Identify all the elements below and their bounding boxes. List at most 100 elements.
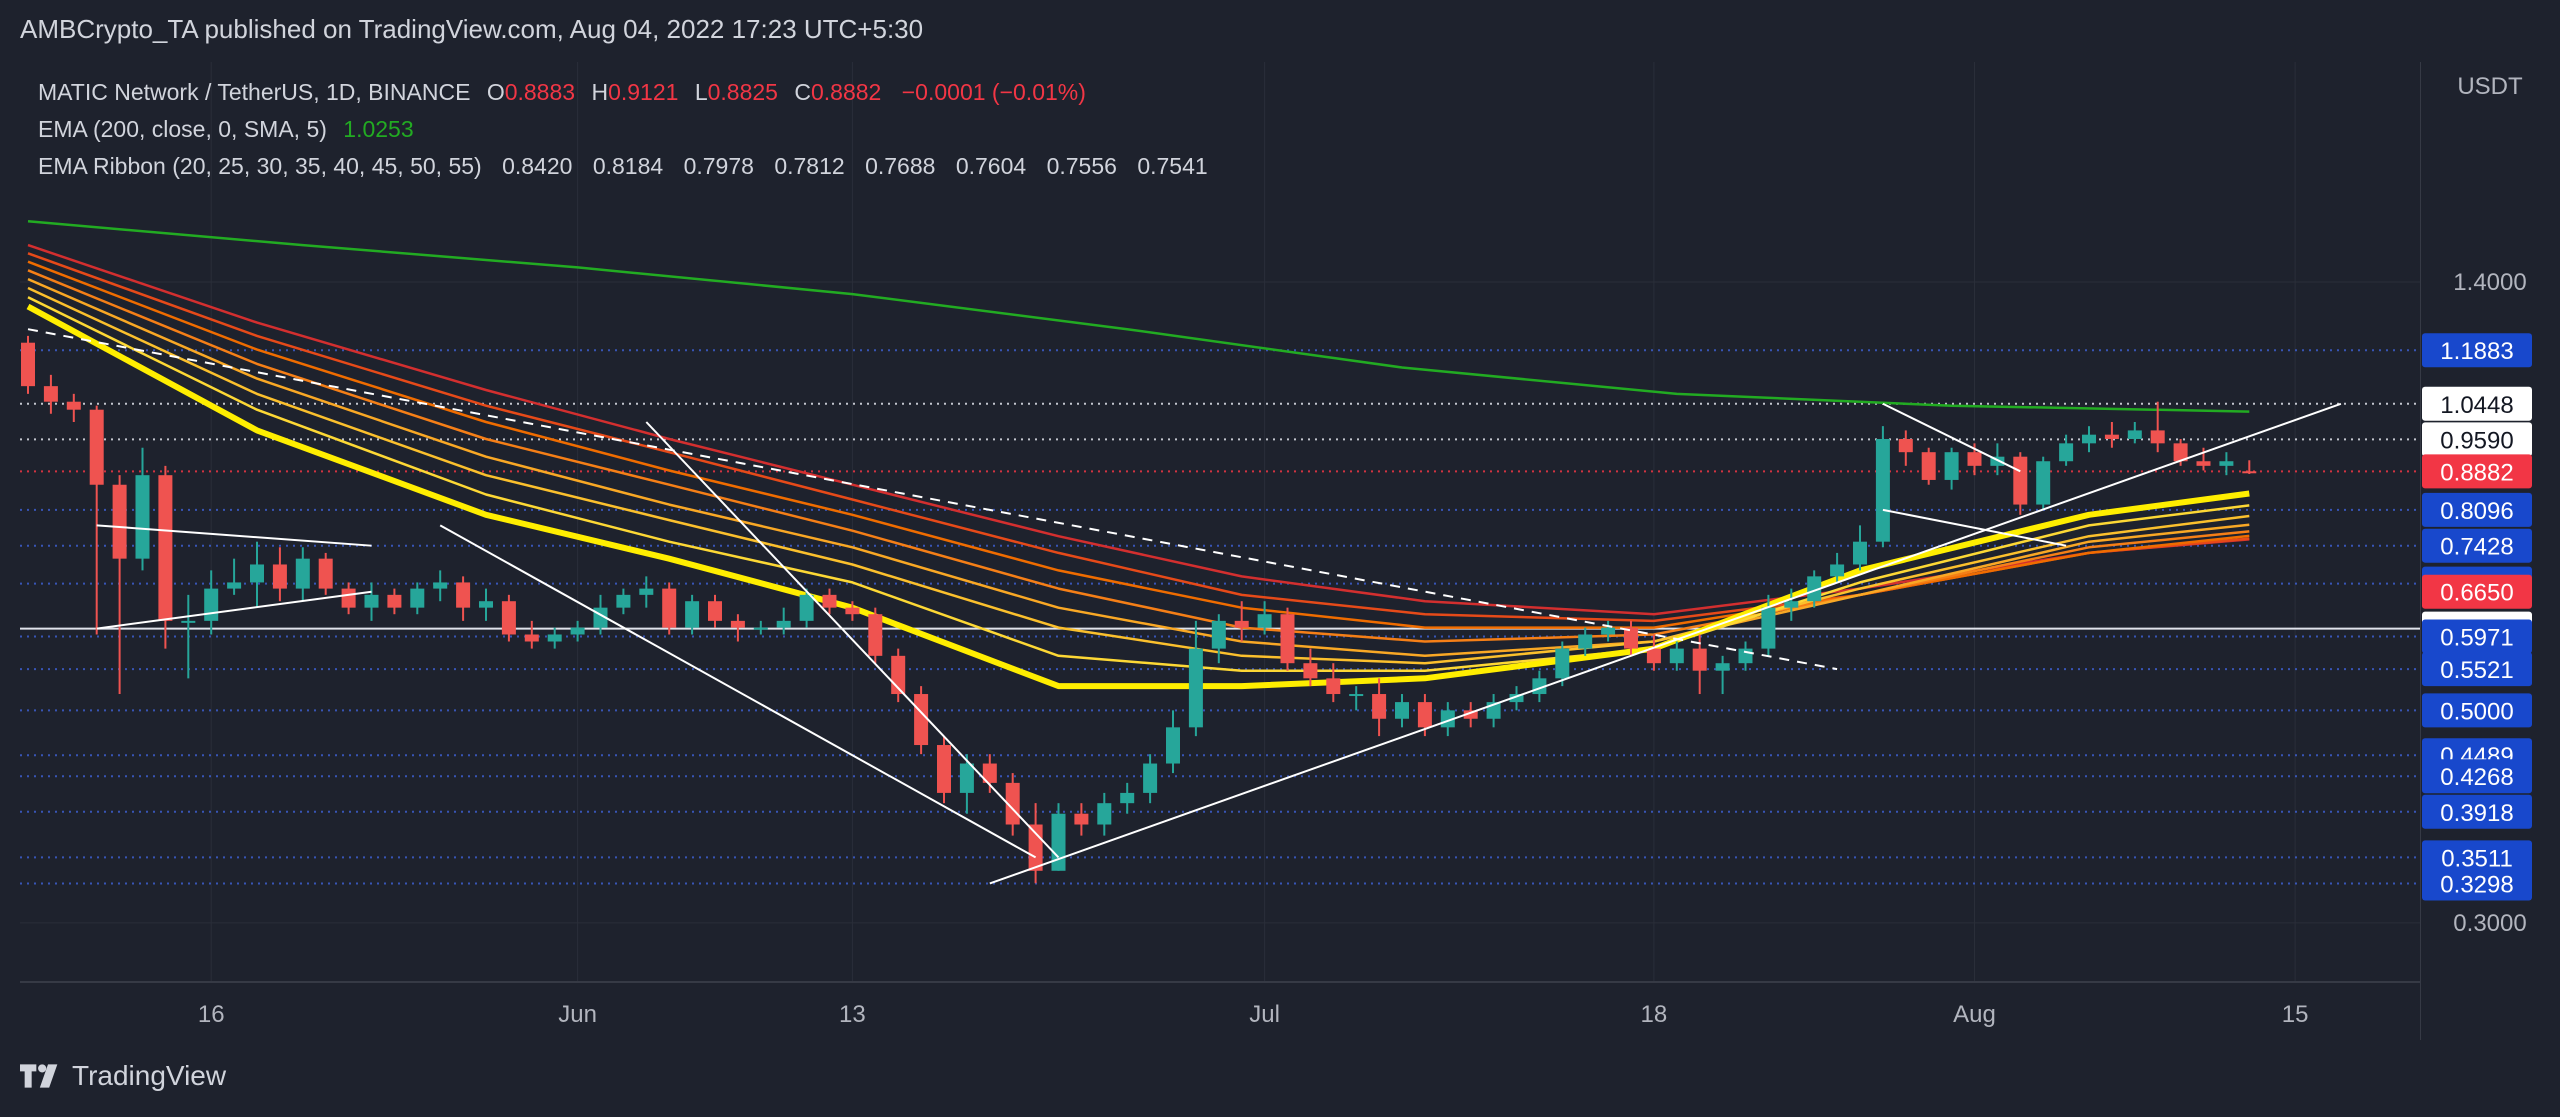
candle-body [1555,648,1570,679]
y-tick-label: 1.4000 [2453,269,2526,296]
candle-body [1669,648,1684,664]
candle-body [2082,434,2096,444]
candle-down [937,736,951,804]
candle-up [410,582,425,615]
candle-down [2242,460,2257,474]
candle-body [570,627,585,635]
ribbon-label: EMA Ribbon (20, 25, 30, 35, 40, 45, 50, … [38,153,482,179]
price-level-label: 0.4268 [2440,764,2513,791]
candle-body [1211,620,1226,649]
symbol-name: MATIC Network / TetherUS, 1D, BINANCE [38,79,471,105]
candle-body [547,634,562,642]
ribbon-value-2: 0.8184 [592,153,664,179]
candle-body [2242,471,2257,474]
candle-up [776,607,791,635]
candle-up [639,576,654,608]
candle-up [1669,641,1684,671]
candle-body [799,594,814,621]
candle-down [1372,678,1387,737]
candle-down [524,620,539,649]
candle-body [501,601,516,635]
candle-down [272,547,287,602]
candle-down [662,582,677,635]
candle-body [776,620,791,628]
candle-down [456,576,471,621]
chart-area[interactable]: 16Jun13Jul18Aug15Sep12 [20,62,2420,1040]
candle-up [1349,686,1364,711]
candle-up [135,447,150,571]
candle-body [1830,564,1845,577]
price-level-label: 0.8882 [2440,459,2513,486]
footer-brand[interactable]: TradingView [20,1060,226,1092]
candle-body [1715,663,1730,671]
low-label: L [694,79,708,105]
candle-down [2013,452,2028,515]
legend-ema-row[interactable]: EMA (200, close, 0, SMA, 5) 1.0253 [38,111,1208,148]
candle-up [2219,452,2234,476]
price-level-label: 0.5000 [2440,698,2513,725]
price-axis[interactable]: 1.4000 0.3000 USDT 1.1883 1.0448 0.9590 0.8882… [2419,62,2560,1040]
tradingview-logo-icon [20,1064,58,1088]
candle-up [364,582,379,621]
price-level-label: 0.3918 [2440,800,2513,827]
footer-brand-text: TradingView [72,1060,227,1091]
candle-up [753,620,768,635]
candle-body [1921,452,1936,480]
price-level-label: 1.0448 [2440,392,2513,419]
candle-up [1211,614,1226,664]
candle-body [2059,443,2074,462]
ribbon-value-7: 0.7556 [1046,153,1117,179]
candle-body [1944,452,1959,480]
x-tick-label: 18 [1641,1001,1668,1028]
candle-down [708,594,722,628]
candle-up [2082,426,2096,453]
candle-body [250,564,264,583]
candle-body [364,594,379,608]
candle-up [181,594,196,679]
open-value: 0.8883 [504,79,576,105]
candle-down [501,594,516,642]
candle-body [204,588,219,621]
candle-down [318,552,333,595]
candle-body [1738,648,1753,664]
candle-body [1234,620,1249,628]
candle-body [1257,614,1272,628]
candle-down [1326,663,1341,703]
candle-body [2127,430,2142,439]
candle-down [21,335,35,394]
candle-body [1875,438,1890,542]
candle-down [341,582,356,615]
candle-up [1486,694,1501,728]
candle-down [387,588,402,615]
close-value: 0.8882 [811,79,882,105]
ribbon-value-5: 0.7688 [865,153,936,179]
candle-body [1143,763,1158,793]
x-tick-label: 13 [839,1001,866,1028]
candle-up [1578,627,1593,656]
candle-body [135,475,150,559]
candle-up [547,627,562,649]
candle-up [204,570,219,635]
high-label: H [591,79,609,105]
candle-body [1120,792,1135,804]
candle-up [479,588,493,621]
candle-up [959,754,974,814]
price-level-label: 1.1883 [2440,338,2513,365]
candle-down [1898,430,1913,466]
y-tick-label: 0.3000 [2453,910,2526,937]
candle-body [1028,824,1043,871]
legend-ribbon-row[interactable]: EMA Ribbon (20, 25, 30, 35, 40, 45, 50, … [38,148,1208,185]
candle-body [937,745,951,793]
candle-body [1395,702,1409,719]
candle-up [2127,422,2142,444]
ema-label: EMA (200, close, 0, SMA, 5) [38,116,327,142]
chart-svg[interactable]: 16Jun13Jul18Aug15Sep12 [20,62,2420,1040]
price-level-label: 0.9590 [2440,427,2513,454]
candle-body [456,582,471,608]
candle-body [662,588,677,628]
ema-ribbon-50-line [27,252,2250,623]
candle-down [982,754,997,793]
price-level-label: 0.8096 [2440,498,2513,525]
legend-symbol-row[interactable]: MATIC Network / TetherUS, 1D, BINANCE O0… [38,74,1208,111]
publisher-line: AMBCrypto_TA published on TradingView.co… [20,14,924,44]
